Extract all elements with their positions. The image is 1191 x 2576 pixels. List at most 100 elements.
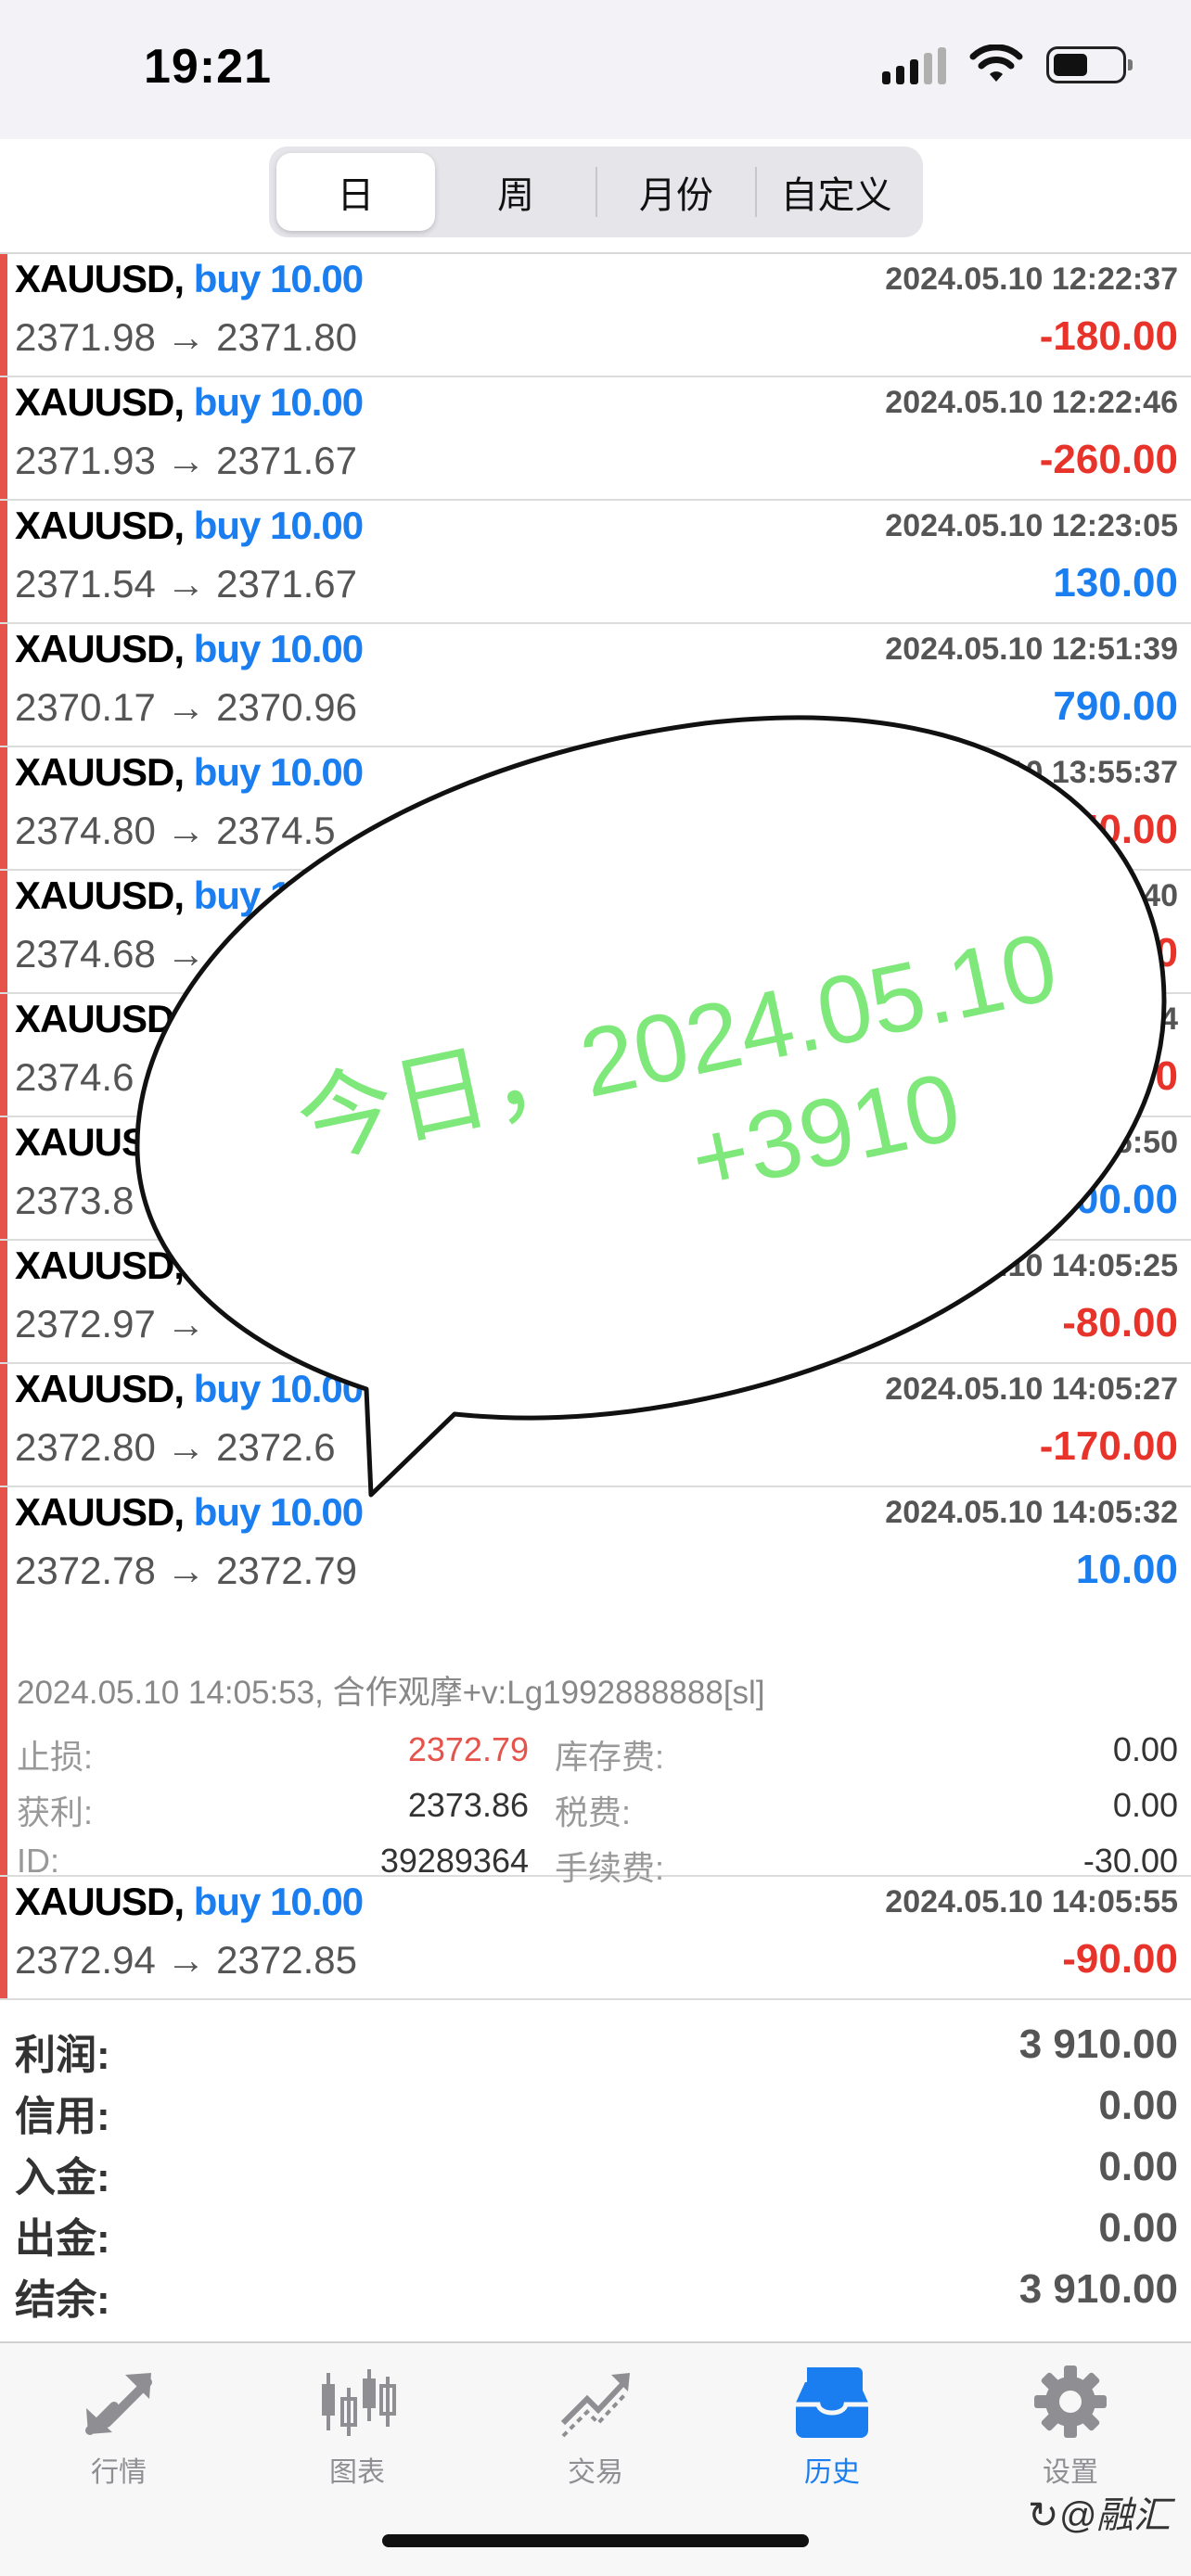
summary-label: 结余:	[15, 2277, 110, 2323]
battery-icon	[1046, 46, 1133, 83]
trade-direction: buy 10.00	[193, 504, 364, 547]
trade-row[interactable]: XAUUSD, buy 10.00 2024.05.10 13:55:37 23…	[0, 747, 1191, 871]
status-icons	[882, 45, 1133, 85]
trade-time: 6:50	[1114, 1125, 1178, 1160]
gear-icon	[1034, 2366, 1107, 2438]
trade-prices: 2371.54 → 2371.67	[15, 562, 357, 606]
trade-prices: 2373.8	[15, 1179, 134, 1222]
trade-symbol: XAUUSD	[15, 997, 174, 1040]
tab-trade[interactable]: 交易	[526, 2362, 665, 2510]
trade-symbol: XAUUSD,	[15, 1243, 185, 1287]
trade-direction: buy 10.00	[193, 257, 364, 300]
trade-time: 4	[1160, 1001, 1178, 1037]
swap-label: 库存费:	[555, 1738, 665, 1776]
tab-charts[interactable]: 图表	[288, 2362, 427, 2510]
trade-symbol: XAUUSD,	[15, 1490, 185, 1534]
trade-direction: buy 10.00	[193, 1367, 364, 1410]
trade-time: 2024.05.10 13:55:37	[885, 755, 1178, 790]
trade-profit: 0	[1155, 1053, 1178, 1099]
summary-label: 利润:	[15, 2033, 110, 2078]
tab-quotes[interactable]: 行情	[49, 2362, 188, 2510]
trade-symbol: XAUUSD,	[15, 1367, 185, 1410]
trade-history-list: XAUUSD, buy 10.00 2024.05.10 12:22:37 23…	[0, 254, 1191, 2000]
tab-label: 历史	[804, 2457, 860, 2488]
trade-profit: -180.00	[1039, 313, 1178, 359]
trade-row-expanded[interactable]: XAUUSD, buy 10.00 2024.05.10 14:05:32 23…	[0, 1487, 1191, 1887]
trade-profit: 600.00	[1053, 1177, 1178, 1222]
swap-value: 0.00	[1112, 1730, 1178, 1768]
trade-row[interactable]: XAUUSD, buy 10.00 2024.05.10 12:51:39 23…	[0, 624, 1191, 747]
summary-value: 3 910.00	[1018, 2266, 1178, 2312]
summary-value: 0.00	[1098, 2083, 1178, 2128]
trade-prices: 2372.94 → 2372.85	[15, 1938, 357, 1982]
trade-time: 2024.05.10 12:23:05	[885, 508, 1178, 543]
trade-profit: 50.00	[1075, 807, 1178, 852]
trade-row[interactable]: XAUUSD, buy 10.00 2024.05.10 12:23:05 23…	[0, 501, 1191, 624]
summary-label: 出金:	[15, 2216, 110, 2262]
summary-label: 入金:	[15, 2155, 110, 2200]
trade-symbol: XAUUSD,	[15, 874, 185, 917]
watermark: ↻@融汇	[1027, 2495, 1171, 2536]
trade-trend-icon	[560, 2373, 630, 2438]
summary-value: 3 910.00	[1018, 2021, 1178, 2067]
trade-prices: 2374.80 → 2374.5	[15, 809, 336, 852]
trade-row[interactable]: XAUUSD, 5.10 14:05:25 2372.97 → -80.00	[0, 1241, 1191, 1364]
status-bar: 19:21	[0, 0, 1191, 139]
tab-custom[interactable]: 自定义	[757, 153, 916, 231]
trade-time: 2024.05.10 12:22:37	[885, 261, 1178, 297]
order-id-label: ID:	[17, 1842, 60, 1880]
trade-symbol: XAUUS	[15, 1120, 147, 1164]
trade-time: 5.10 14:05:25	[981, 1248, 1178, 1283]
candlestick-chart-icon	[322, 2369, 396, 2436]
trade-row[interactable]: XAUUSD, buy 10.00 2024.05.10 14:05:27 23…	[0, 1364, 1191, 1487]
summary-row-credit: 信用: 0.00	[0, 2077, 1191, 2139]
summary-row-balance: 结余: 3 910.00	[0, 2261, 1191, 2323]
summary-value: 0.00	[1098, 2144, 1178, 2189]
cellular-signal-icon	[882, 45, 946, 84]
trade-direction: buy 10.00	[193, 750, 364, 794]
tab-history[interactable]: 历史	[762, 2362, 902, 2510]
stop-loss-label: 止损:	[17, 1738, 94, 1776]
trade-profit: 0	[1155, 930, 1178, 976]
trade-profit: -80.00	[1062, 1300, 1178, 1345]
trade-direction: buy 10.00	[193, 1880, 364, 1923]
trade-close-comment: 2024.05.10 14:05:53, 合作观摩+v:Lg1992888888…	[17, 1675, 765, 1711]
trade-direction: buy 1	[193, 874, 292, 917]
trade-direction: buy 10.00	[193, 1490, 364, 1534]
summary-label: 信用:	[15, 2094, 110, 2139]
trade-profit: 790.00	[1053, 683, 1178, 729]
trade-row[interactable]: XAUUSD, buy 10.00 2024.05.10 14:05:55 23…	[0, 1877, 1191, 2000]
trade-row[interactable]: XAUUSD, buy 10.00 2024.05.10 12:22:37 23…	[0, 254, 1191, 377]
trade-time: 2024.05.10 12:51:39	[885, 631, 1178, 667]
history-inbox-icon	[796, 2367, 868, 2438]
trade-prices: 2374.6	[15, 1055, 134, 1099]
trade-prices: 2374.68 →	[15, 932, 206, 976]
home-indicator	[382, 2534, 809, 2547]
trade-symbol: XAUUSD,	[15, 627, 185, 670]
tab-label: 设置	[1043, 2457, 1098, 2488]
trade-prices: 2370.17 → 2370.96	[15, 685, 357, 729]
trade-symbol: XAUUSD,	[15, 504, 185, 547]
tab-month[interactable]: 月份	[597, 153, 756, 231]
trade-row[interactable]: XAUUS 6:50 2373.8 600.00	[0, 1117, 1191, 1241]
trade-prices: 2371.98 → 2371.80	[15, 315, 357, 359]
take-profit-value: 2373.86	[407, 1786, 529, 1824]
account-summary: 利润: 3 910.00 信用: 0.00 入金: 0.00 出金: 0.00 …	[0, 2016, 1191, 2323]
stop-loss-value: 2372.79	[407, 1730, 529, 1768]
tab-week[interactable]: 周	[437, 153, 596, 231]
tab-label: 交易	[568, 2457, 623, 2488]
tab-day[interactable]: 日	[276, 153, 435, 231]
quotes-arrows-icon	[85, 2373, 152, 2435]
tax-label: 税费:	[555, 1793, 632, 1831]
trade-profit: -170.00	[1039, 1423, 1178, 1469]
order-id-value: 39289364	[379, 1842, 529, 1880]
trade-profit: -260.00	[1039, 437, 1178, 482]
trade-symbol: XAUUSD,	[15, 1880, 185, 1923]
summary-value: 0.00	[1098, 2205, 1178, 2251]
trade-time: 40	[1143, 878, 1178, 913]
trade-profit: 130.00	[1053, 560, 1178, 606]
summary-row-withdrawal: 出金: 0.00	[0, 2200, 1191, 2262]
trade-direction: buy 10.00	[193, 627, 364, 670]
trade-profit: -90.00	[1062, 1936, 1178, 1982]
trade-row[interactable]: XAUUSD, buy 10.00 2024.05.10 12:22:46 23…	[0, 377, 1191, 501]
